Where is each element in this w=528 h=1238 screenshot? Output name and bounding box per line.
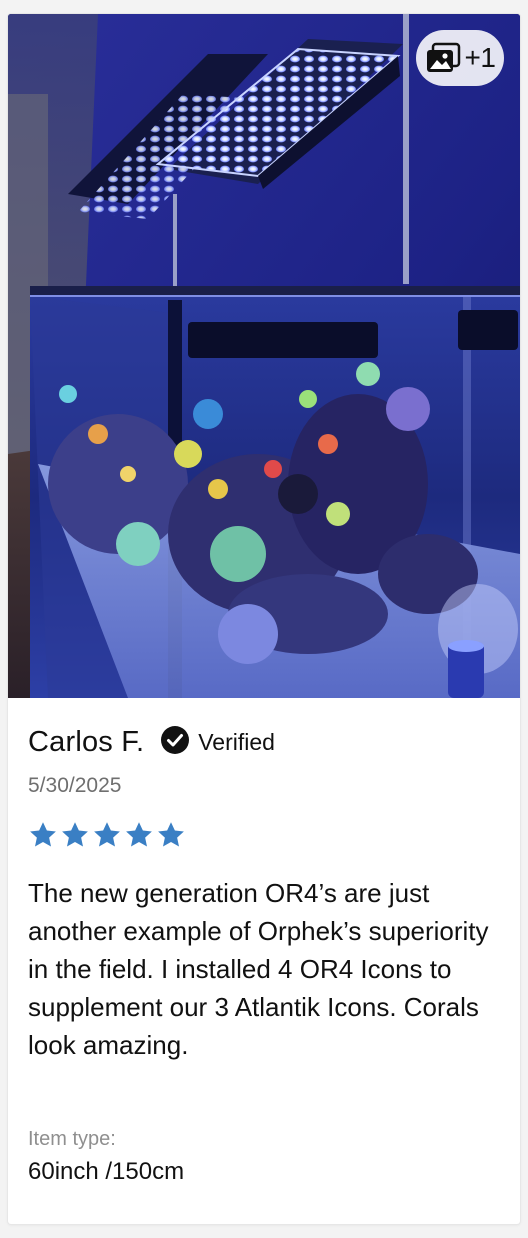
star-icon [158, 822, 184, 847]
aquarium-image [8, 14, 520, 698]
review-photo[interactable]: +1 [8, 14, 520, 698]
review-date: 5/30/2025 [28, 774, 122, 797]
star-icon [62, 822, 88, 847]
verified-label: Verified [198, 728, 275, 755]
gallery-icon [425, 42, 461, 74]
review-card: +1 Carlos F. Verified 5/30/2025 The new … [8, 14, 520, 1224]
star-rating [28, 820, 186, 850]
star-icon [126, 822, 152, 847]
author-row: Carlos F. Verified [28, 722, 275, 762]
more-media-button[interactable]: +1 [416, 30, 504, 86]
item-type-label: Item type: [28, 1128, 116, 1150]
verified-badge: Verified [160, 725, 275, 760]
author-name: Carlos F. [28, 725, 145, 758]
check-circle-icon [160, 725, 190, 760]
item-type-value: 60inch /150cm [28, 1158, 185, 1185]
star-icon [30, 822, 56, 847]
review-text: The new generation OR4’s are just anothe… [28, 878, 489, 1060]
star-icon [94, 822, 120, 847]
extra-media-count: +1 [464, 42, 496, 73]
